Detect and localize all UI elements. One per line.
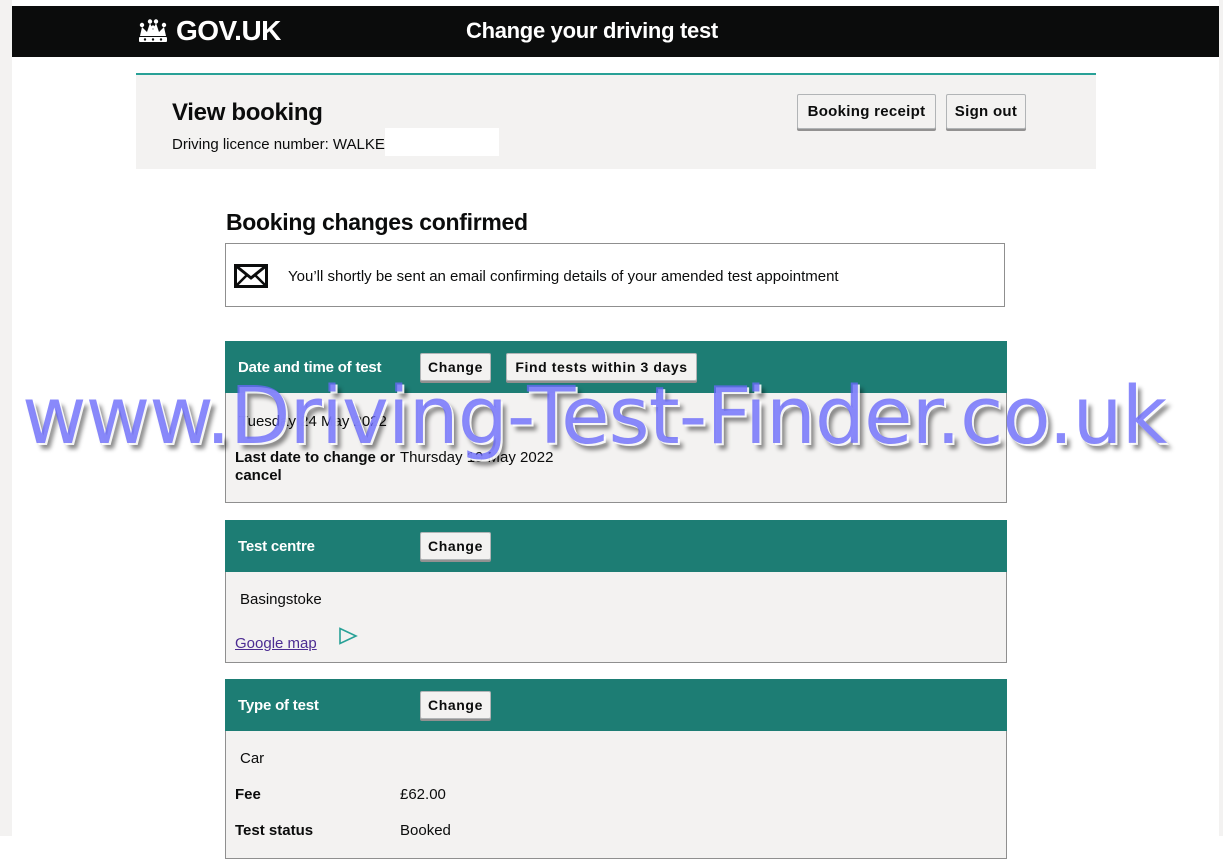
card-heading: Date and time of test bbox=[238, 359, 382, 376]
window-frame-right bbox=[1219, 0, 1223, 836]
find-tests-button[interactable]: Find tests within 3 days bbox=[506, 353, 697, 381]
card-heading: Type of test bbox=[238, 697, 319, 714]
brand-text: GOV.UK bbox=[176, 15, 281, 46]
notice-text: You’ll shortly be sent an email confirmi… bbox=[288, 268, 839, 285]
test-type-value: Car bbox=[240, 750, 265, 767]
window-frame-left bbox=[0, 0, 12, 836]
test-centre-value: Basingstoke bbox=[240, 591, 322, 608]
envelope-icon bbox=[234, 264, 268, 288]
date-time-card: Date and time of test Change Find tests … bbox=[225, 341, 1007, 503]
confirmation-title: Booking changes confirmed bbox=[226, 209, 528, 235]
card-header: Test centre Change bbox=[225, 520, 1007, 572]
booking-receipt-button[interactable]: Booking receipt bbox=[797, 94, 936, 129]
test-centre-card: Test centre Change Basingstoke Google ma… bbox=[225, 520, 1007, 663]
govuk-logo-link[interactable]: GOV.UK bbox=[136, 15, 281, 46]
test-status-label: Test status bbox=[235, 822, 314, 839]
page-title: View booking bbox=[172, 99, 323, 126]
test-status-value: Booked bbox=[400, 822, 451, 839]
last-change-value: Thursday 19 May 2022 bbox=[400, 449, 554, 466]
card-header: Type of test Change bbox=[225, 679, 1007, 731]
booking-summary: View booking Driving licence number: WAL… bbox=[136, 75, 1096, 169]
type-of-test-card: Type of test Change Car Fee £62.00 Test … bbox=[225, 679, 1007, 859]
licence-number: Driving licence number: WALKE bbox=[172, 128, 499, 159]
change-date-button[interactable]: Change bbox=[420, 353, 491, 381]
play-triangle-icon[interactable] bbox=[338, 627, 358, 645]
card-heading: Test centre bbox=[238, 538, 315, 555]
change-centre-button[interactable]: Change bbox=[420, 532, 491, 560]
fee-value: £62.00 bbox=[400, 786, 446, 803]
card-header: Date and time of test Change Find tests … bbox=[225, 341, 1007, 393]
last-change-label: Last date to change or cancel bbox=[235, 449, 396, 484]
licence-value: WALKE bbox=[332, 135, 385, 153]
test-date-value: Tuesday 24 May 2022 bbox=[239, 413, 387, 430]
sign-out-button[interactable]: Sign out bbox=[946, 94, 1026, 129]
crown-icon bbox=[139, 19, 167, 42]
redaction-box bbox=[384, 128, 499, 156]
email-notice: You’ll shortly be sent an email confirmi… bbox=[225, 243, 1005, 307]
change-type-button[interactable]: Change bbox=[420, 691, 491, 719]
google-map-link[interactable]: Google map bbox=[235, 635, 317, 652]
service-name-link[interactable]: Change your driving test bbox=[466, 18, 718, 44]
licence-label: Driving licence number: bbox=[172, 135, 333, 153]
fee-label: Fee bbox=[235, 786, 261, 803]
govuk-header: GOV.UK Change your driving test bbox=[12, 6, 1219, 57]
